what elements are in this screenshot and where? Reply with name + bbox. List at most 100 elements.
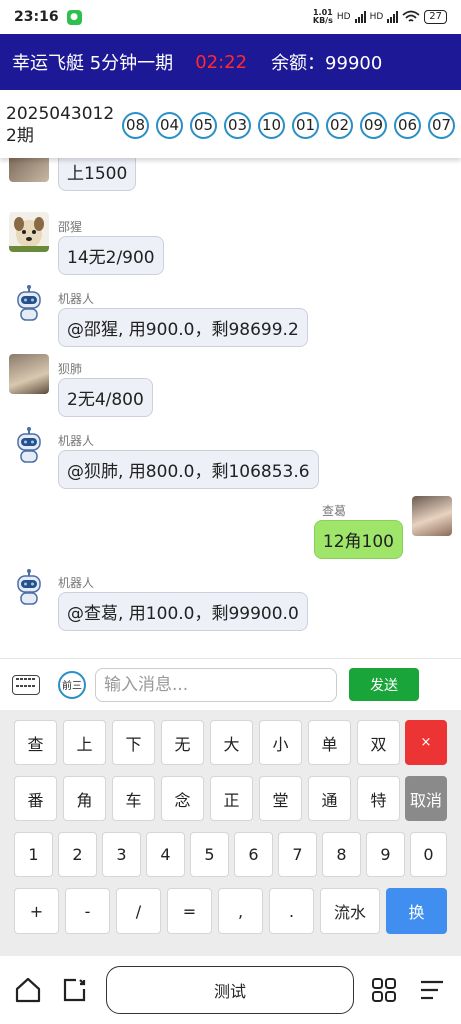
key-jiao[interactable]: 角	[63, 776, 106, 821]
key-digit[interactable]: 6	[234, 832, 273, 877]
sender-name: 机器人	[58, 576, 95, 590]
key-xia[interactable]: 下	[112, 720, 155, 765]
message-bubble: @查葛, 用100.0，剩99900.0	[58, 592, 308, 631]
menu-lines-icon[interactable]	[418, 976, 446, 1004]
game-header: 幸运飞艇 5分钟一期 02:22 余额：99900	[0, 34, 461, 90]
key-cha[interactable]: 查	[14, 720, 57, 765]
robot-icon	[17, 427, 41, 463]
sender-name: 查葛	[322, 504, 347, 518]
recent-apps-icon[interactable]	[60, 976, 88, 1004]
key-che[interactable]: 车	[112, 776, 155, 821]
send-button[interactable]: 发送	[349, 668, 419, 701]
wechat-icon: ●	[66, 9, 82, 25]
wifi-icon	[402, 10, 420, 22]
key-digit[interactable]: 5	[190, 832, 229, 877]
status-time: 23:16	[14, 9, 59, 25]
sender-name: 机器人	[58, 434, 95, 448]
message-bubble: 14无2/900	[58, 236, 164, 275]
keyboard-toggle-icon[interactable]	[12, 674, 40, 695]
message-bubble: @狈肺, 用800.0，剩106853.6	[58, 450, 319, 489]
message-bubble: 上1500	[58, 158, 137, 191]
signal-icon-2	[387, 11, 399, 23]
battery-indicator: 27	[424, 10, 447, 24]
key-dot[interactable]: .	[269, 888, 314, 934]
result-ball: 02	[326, 111, 353, 139]
sender-name: 狈肺	[58, 362, 83, 376]
net-speed-unit: KB/s	[312, 16, 333, 25]
robot-avatar[interactable]	[9, 284, 49, 324]
key-tong[interactable]: 通	[308, 776, 351, 821]
key-digit[interactable]: 0	[410, 832, 447, 877]
status-bar: 23:16 ● 1.01 KB/s HD HD 27	[0, 0, 461, 34]
cancel-key[interactable]: 取消	[405, 776, 447, 821]
robot-avatar[interactable]	[9, 426, 49, 466]
message-bubble: 2无4/800	[58, 378, 153, 417]
sender-name: 机器人	[58, 292, 95, 306]
message-bubble-own: 12角100	[313, 520, 403, 559]
key-comma[interactable]: ,	[218, 888, 263, 934]
key-te[interactable]: 特	[357, 776, 400, 821]
signal-icon	[354, 11, 366, 23]
robot-icon	[17, 285, 41, 321]
home-icon[interactable]	[14, 976, 42, 1004]
key-digit[interactable]: 8	[322, 832, 361, 877]
signal-hd-label-1: HD	[336, 12, 351, 22]
message-bubble: @邵猩, 用900.0，剩98699.2	[58, 308, 308, 347]
flow-key[interactable]: 流水	[320, 888, 380, 934]
net-speed: 1.01 KB/s	[313, 9, 333, 25]
result-ball: 04	[156, 111, 183, 139]
chat-message-list[interactable]: 李勇 上1500 邵猩 14无2/900	[0, 158, 461, 652]
key-digit[interactable]: 9	[366, 832, 405, 877]
key-wu[interactable]: 无	[161, 720, 204, 765]
game-title: 幸运飞艇 5分钟一期	[12, 53, 174, 74]
key-plus[interactable]: +	[14, 888, 59, 934]
robot-avatar[interactable]	[9, 568, 49, 608]
person-avatar[interactable]	[9, 158, 49, 182]
result-ball: 05	[190, 111, 217, 139]
result-ball: 09	[360, 111, 387, 139]
message-input-bar: 前三 发送	[0, 658, 461, 710]
key-da[interactable]: 大	[210, 720, 253, 765]
person-avatar[interactable]	[412, 496, 452, 536]
result-ball: 08	[122, 111, 149, 139]
result-ball: 07	[428, 111, 455, 139]
period-number: 20250430122期	[6, 104, 115, 146]
dog-avatar[interactable]	[9, 212, 49, 252]
test-button[interactable]: 测试	[106, 966, 354, 1014]
bottom-navigation: 测试	[0, 956, 461, 1024]
key-digit[interactable]: 4	[146, 832, 185, 877]
sender-name: 邵猩	[58, 220, 83, 234]
key-nian[interactable]: 念	[161, 776, 204, 821]
key-dan[interactable]: 单	[308, 720, 351, 765]
bet-keypad: 查 上 下 无 大 小 单 双 × 番 角 车 念 正 堂 通 特 取消 1 2…	[0, 710, 461, 956]
key-digit[interactable]: 3	[102, 832, 141, 877]
key-zheng[interactable]: 正	[210, 776, 253, 821]
message-input[interactable]	[95, 667, 337, 702]
balance-display: 余额：99900	[271, 53, 383, 74]
key-digit[interactable]: 2	[58, 832, 97, 877]
grid-menu-icon[interactable]	[370, 976, 398, 1004]
key-tang[interactable]: 堂	[259, 776, 302, 821]
period-result-row: 20250430122期 08 04 05 03 10 01 02 09 06 …	[0, 92, 461, 158]
key-digit[interactable]: 7	[278, 832, 317, 877]
countdown-timer: 02:22	[195, 51, 248, 73]
result-balls: 08 04 05 03 10 01 02 09 06 07	[122, 111, 455, 139]
key-minus[interactable]: -	[65, 888, 110, 934]
key-shuang[interactable]: 双	[357, 720, 400, 765]
switch-key[interactable]: 换	[386, 888, 447, 934]
person-avatar[interactable]	[9, 354, 49, 394]
result-ball: 03	[224, 111, 251, 139]
result-ball: 06	[394, 111, 421, 139]
result-ball: 01	[292, 111, 319, 139]
delete-key[interactable]: ×	[405, 720, 447, 765]
result-ball: 10	[258, 111, 285, 139]
key-equals[interactable]: =	[167, 888, 212, 934]
bet-mode-button[interactable]: 前三	[58, 670, 86, 699]
robot-icon	[17, 569, 41, 605]
key-xiao[interactable]: 小	[259, 720, 302, 765]
key-shang[interactable]: 上	[63, 720, 106, 765]
dog-icon	[9, 217, 49, 252]
key-digit[interactable]: 1	[14, 832, 53, 877]
key-fan[interactable]: 番	[14, 776, 57, 821]
key-slash[interactable]: /	[116, 888, 161, 934]
